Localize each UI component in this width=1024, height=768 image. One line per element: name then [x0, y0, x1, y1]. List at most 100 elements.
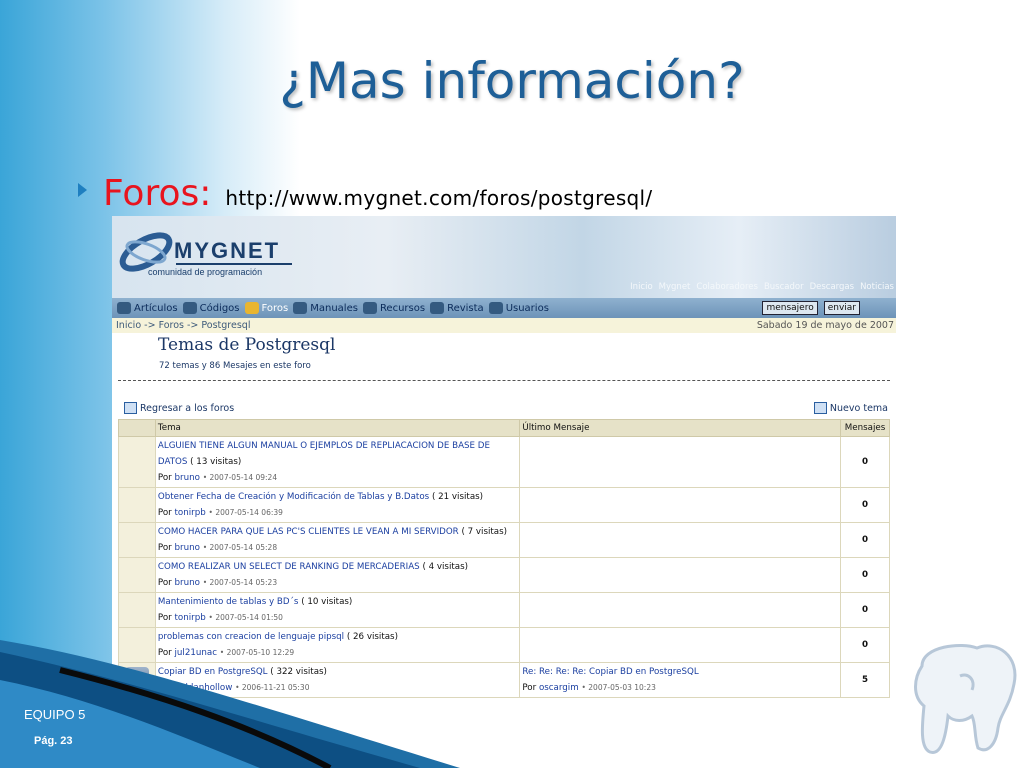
bullet-item: Foros: http://www.mygnet.com/foros/postg…: [78, 173, 652, 217]
forum-icon: [244, 302, 259, 314]
top-link-noticias[interactable]: Noticias: [860, 282, 894, 292]
back-arrow-icon: [124, 402, 137, 414]
divider: [118, 380, 890, 381]
nav-foros[interactable]: Foros: [244, 302, 288, 314]
last-post-cell: [519, 487, 842, 523]
last-by-label: Por: [522, 683, 537, 693]
icon-header: [118, 419, 156, 437]
topic-title-link[interactable]: COMO REALIZAR UN SELECT DE RANKING DE ME…: [158, 562, 420, 572]
message-count: 0: [840, 557, 890, 593]
nav-usuarios[interactable]: Usuarios: [488, 302, 549, 314]
topic-by-label: Por: [157, 578, 172, 588]
tema-header: Tema: [154, 419, 521, 437]
users-icon: [488, 302, 503, 314]
topic-by-label: Por: [157, 543, 172, 553]
last-post-cell: [519, 592, 842, 628]
topic-cell: ALGUIEN TIENE ALGUN MANUAL O EJEMPLOS DE…: [154, 436, 521, 488]
table-header-row: Tema Último Mensaje Mensajes: [118, 419, 890, 437]
resources-icon: [362, 302, 377, 314]
site-header: MYGNET comunidad de programación Inicio …: [112, 216, 896, 298]
topic-title-link[interactable]: Mantenimiento de tablas y BD´s: [158, 597, 299, 607]
message-count: 0: [840, 592, 890, 628]
manual-icon: [293, 302, 308, 314]
topic-date: • 2007-05-14 09:24: [202, 473, 278, 482]
message-count: 5: [840, 662, 890, 698]
topic-author-link[interactable]: bruno: [175, 543, 200, 553]
top-links: Inicio Mygnet Colaboradores Buscador Des…: [630, 282, 894, 292]
table-row: COMO REALIZAR UN SELECT DE RANKING DE ME…: [118, 557, 890, 593]
top-link-colaboradores[interactable]: Colaboradores: [696, 282, 758, 292]
slide-title: ¿Mas información?: [279, 52, 745, 110]
nav-articulos[interactable]: Artículos: [117, 302, 178, 314]
nav-recursos[interactable]: Recursos: [362, 302, 425, 314]
topic-visits: ( 4 visitas): [422, 562, 469, 572]
site-logo-text: MYGNET: [174, 238, 281, 263]
table-row: ALGUIEN TIENE ALGUN MANUAL O EJEMPLOS DE…: [118, 436, 890, 488]
magazine-icon: [430, 302, 445, 314]
topic-by-label: Por: [157, 473, 172, 483]
top-link-mygnet[interactable]: Mygnet: [659, 282, 691, 292]
table-row: Mantenimiento de tablas y BD´s ( 10 visi…: [118, 592, 890, 628]
topic-author-link[interactable]: tonirpb: [175, 508, 206, 518]
code-icon: [182, 302, 197, 314]
nav-right-buttons: mensajero enviar: [762, 301, 860, 315]
topic-date: • 2007-05-14 06:39: [208, 508, 283, 517]
footer-team: EQUIPO 5: [24, 707, 86, 722]
topic-cell: Obtener Fecha de Creación y Modificación…: [154, 487, 521, 523]
new-topic-link[interactable]: Nuevo tema: [813, 402, 888, 414]
bottom-wave-decoration: [0, 640, 460, 768]
nav-codigos[interactable]: Códigos: [182, 302, 240, 314]
message-count: 0: [840, 436, 890, 488]
nav-revista[interactable]: Revista: [430, 302, 484, 314]
topic-icon-cell: [118, 592, 156, 628]
current-date: Sabado 19 de mayo de 2007: [756, 320, 894, 331]
topic-by-label: Por: [157, 613, 172, 623]
last-post-date: • 2007-05-03 10:23: [581, 683, 656, 692]
topic-visits: ( 21 visitas): [431, 492, 484, 502]
topic-date: • 2007-05-14 05:23: [202, 578, 278, 587]
table-row: Obtener Fecha de Creación y Modificación…: [118, 487, 890, 523]
bullet-label: Foros:: [103, 173, 212, 214]
last-post-cell: [519, 436, 842, 488]
top-link-buscador[interactable]: Buscador: [764, 282, 804, 292]
topic-visits: ( 13 visitas): [190, 457, 242, 467]
breadcrumb-bar: Inicio -> Foros -> Postgresql Sabado 19 …: [112, 318, 896, 333]
bullet-url-link[interactable]: http://www.mygnet.com/foros/postgresql/: [225, 186, 652, 210]
topic-title-link[interactable]: COMO HACER PARA QUE LAS PC'S CLIENTES LE…: [158, 527, 459, 537]
last-user-link[interactable]: oscargim: [539, 683, 579, 693]
topic-icon-cell: [118, 557, 156, 593]
topic-title-link[interactable]: Obtener Fecha de Creación y Modificación…: [158, 492, 429, 502]
message-count: 0: [840, 627, 890, 663]
forum-stats: 72 temas y 86 Mesajes en este foro: [159, 361, 311, 371]
nav-manuales[interactable]: Manuales: [293, 302, 358, 314]
topic-author-link[interactable]: tonirpb: [175, 613, 206, 623]
pencil-icon: [117, 302, 131, 314]
topic-icon-cell: [118, 522, 156, 558]
site-navbar: Artículos Códigos Foros Manuales Recurso…: [112, 298, 896, 318]
enviar-button[interactable]: enviar: [823, 301, 860, 315]
plus-icon: [813, 402, 827, 414]
mensajes-header: Mensajes: [840, 419, 890, 437]
mensajero-button[interactable]: mensajero: [762, 301, 818, 315]
message-count: 0: [840, 522, 890, 558]
topic-icon-cell: [118, 436, 156, 488]
ultimo-header: Último Mensaje: [519, 419, 842, 437]
topic-cell: Mantenimiento de tablas y BD´s ( 10 visi…: [154, 592, 521, 628]
top-link-inicio[interactable]: Inicio: [630, 282, 653, 292]
breadcrumb[interactable]: Inicio -> Foros -> Postgresql: [116, 320, 250, 331]
table-row: COMO HACER PARA QUE LAS PC'S CLIENTES LE…: [118, 522, 890, 558]
top-link-descargas[interactable]: Descargas: [810, 282, 854, 292]
back-to-forums-link[interactable]: Regresar a los foros: [124, 402, 234, 414]
topic-visits: ( 10 visitas): [301, 597, 353, 607]
topic-author-link[interactable]: bruno: [175, 473, 200, 483]
topic-icon-cell: [118, 487, 156, 523]
bullet-arrow-icon: [78, 183, 87, 197]
last-post-cell: [519, 627, 842, 663]
footer-page-number: Pág. 23: [34, 735, 73, 747]
message-count: 0: [840, 487, 890, 523]
topic-cell: COMO HACER PARA QUE LAS PC'S CLIENTES LE…: [154, 522, 521, 558]
last-post-link[interactable]: Re: Re: Re: Re: Copiar BD en PostgreSQL: [522, 667, 698, 677]
postgresql-elephant-icon: [914, 644, 1017, 754]
last-post-cell: [519, 557, 842, 593]
topic-author-link[interactable]: bruno: [175, 578, 200, 588]
